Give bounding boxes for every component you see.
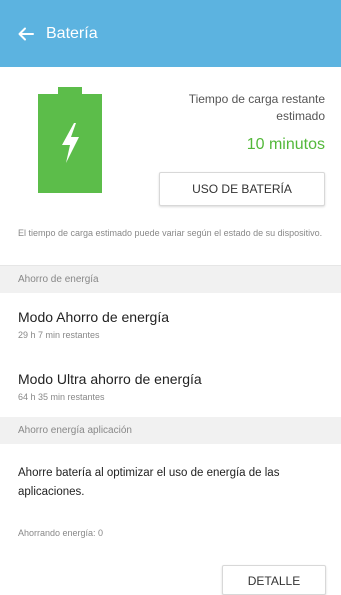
charge-time-value: 10 minutos <box>246 136 325 153</box>
page-title: Batería <box>46 24 98 42</box>
app-power-saving-status: Ahorrando energía: 0 <box>18 528 104 538</box>
section-header-app-power-saving: Ahorro energía aplicación <box>0 417 341 444</box>
power-saving-mode-remaining: 29 h 7 min restantes <box>18 329 100 340</box>
app-power-saving-description: Ahorre batería al optimizar el uso de en… <box>18 467 280 498</box>
ultra-power-saving-mode-item[interactable]: Modo Ultra ahorro de energía 64 h 35 min… <box>0 355 341 417</box>
ultra-power-saving-mode-remaining: 64 h 35 min restantes <box>18 391 105 402</box>
detail-button[interactable]: DETALLE <box>222 565 326 595</box>
battery-status-panel: Tiempo de carga restante estimado 10 min… <box>0 67 341 266</box>
ultra-power-saving-mode-title: Modo Ultra ahorro de energía <box>18 370 202 387</box>
battery-charging-icon <box>38 87 102 193</box>
arrow-left-icon <box>18 27 34 40</box>
battery-usage-button[interactable]: USO DE BATERÍA <box>159 172 325 206</box>
app-bar: Batería <box>0 0 341 67</box>
charge-time-label: Tiempo de carga restante estimado <box>188 92 325 123</box>
power-saving-mode-item[interactable]: Modo Ahorro de energía 29 h 7 min restan… <box>0 293 341 355</box>
charge-time-note: El tiempo de carga estimado puede variar… <box>18 228 323 238</box>
back-button[interactable] <box>10 14 42 54</box>
section-header-power-saving: Ahorro de energía <box>0 266 341 293</box>
power-saving-mode-title: Modo Ahorro de energía <box>18 308 169 325</box>
